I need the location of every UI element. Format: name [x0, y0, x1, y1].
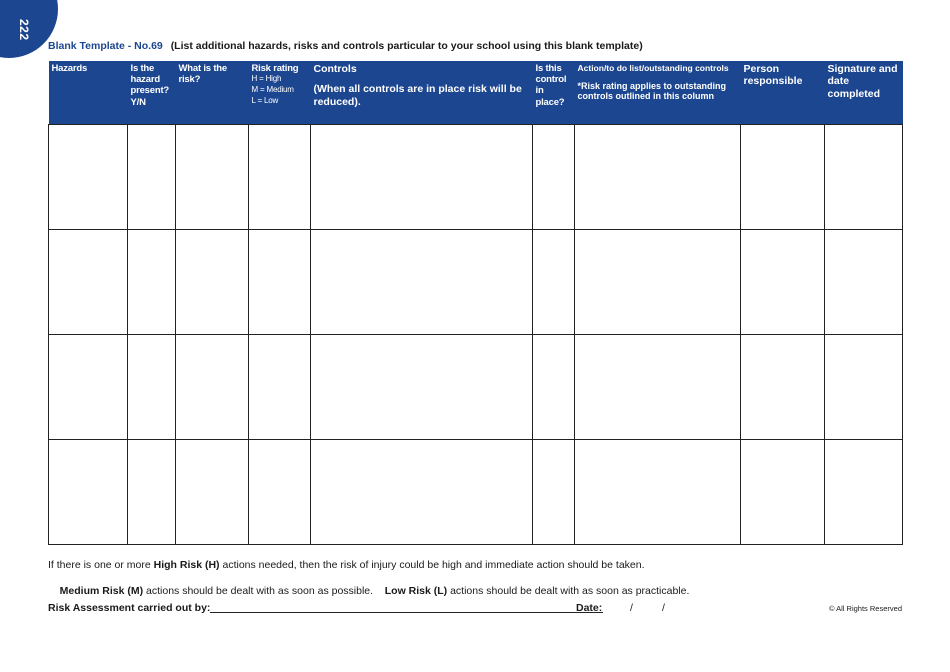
cell-rating[interactable]: [248, 334, 311, 440]
cell-present[interactable]: [127, 334, 176, 440]
cell-present[interactable]: [127, 439, 176, 545]
table-row: [48, 439, 903, 545]
cell-present[interactable]: [127, 124, 176, 230]
cell-hazard[interactable]: [48, 334, 128, 440]
date-separator: /: [630, 602, 633, 614]
cell-person[interactable]: [740, 334, 825, 440]
carried-out-by-field[interactable]: [210, 612, 603, 613]
template-description: (List additional hazards, risks and cont…: [170, 40, 643, 52]
cell-person[interactable]: [740, 229, 825, 335]
cell-in-place[interactable]: [532, 334, 575, 440]
page-number: 222: [17, 19, 31, 41]
cell-rating[interactable]: [248, 439, 311, 545]
cell-signature[interactable]: [824, 439, 903, 545]
cell-rating[interactable]: [248, 124, 311, 230]
col-header-controls: Controls (When all controls are in place…: [310, 61, 533, 125]
date-separator: /: [662, 602, 665, 614]
col-header-risk: What is the risk?: [175, 61, 249, 125]
cell-hazard[interactable]: [48, 229, 128, 335]
cell-controls[interactable]: [310, 439, 533, 545]
cell-action[interactable]: [574, 439, 741, 545]
rating-medium: M = Medium: [251, 85, 294, 94]
page-title: Blank Template - No.69 (List additional …: [48, 40, 643, 52]
risk-assessment-table: Hazards Is the hazard present? Y/N What …: [48, 61, 903, 545]
risk-note-high: If there is one or more High Risk (H) ac…: [48, 559, 645, 571]
rating-high: H = High: [251, 74, 282, 84]
col-header-present: Is the hazard present? Y/N: [127, 61, 176, 125]
table-row: [48, 229, 903, 335]
col-header-rating: Risk rating H = High M = Medium L = Low: [248, 61, 311, 125]
cell-controls[interactable]: [310, 124, 533, 230]
cell-action[interactable]: [574, 124, 741, 230]
cell-hazard[interactable]: [48, 124, 128, 230]
cell-in-place[interactable]: [532, 229, 575, 335]
cell-controls[interactable]: [310, 229, 533, 335]
cell-action[interactable]: [574, 334, 741, 440]
cell-risk[interactable]: [175, 229, 249, 335]
copyright-notice: © All Rights Reserved: [828, 604, 902, 613]
col-header-action: Action/to do list/outstanding controls *…: [574, 61, 741, 125]
cell-hazard[interactable]: [48, 439, 128, 545]
cell-action[interactable]: [574, 229, 741, 335]
cell-in-place[interactable]: [532, 439, 575, 545]
cell-risk[interactable]: [175, 334, 249, 440]
col-header-signature: Signature and date completed: [824, 61, 903, 125]
col-header-in-place: Is this control in place?: [532, 61, 575, 125]
col-header-hazards: Hazards: [48, 61, 128, 125]
table-row: [48, 334, 903, 440]
date-label: Date:: [576, 602, 603, 614]
cell-person[interactable]: [740, 124, 825, 230]
cell-present[interactable]: [127, 229, 176, 335]
cell-signature[interactable]: [824, 229, 903, 335]
rating-low: L = Low: [251, 95, 279, 105]
controls-note: (When all controls are in place risk wil…: [313, 83, 522, 108]
template-name: Blank Template - No.69: [48, 40, 163, 52]
signature-row: Risk Assessment carried out by: Date: / …: [48, 602, 902, 616]
cell-in-place[interactable]: [532, 124, 575, 230]
cell-person[interactable]: [740, 439, 825, 545]
cell-rating[interactable]: [248, 229, 311, 335]
table-row: [48, 124, 903, 230]
cell-risk[interactable]: [175, 124, 249, 230]
col-header-person: Person responsible: [740, 61, 825, 125]
cell-signature[interactable]: [824, 334, 903, 440]
header-row: Hazards Is the hazard present? Y/N What …: [48, 61, 903, 125]
cell-controls[interactable]: [310, 334, 533, 440]
cell-risk[interactable]: [175, 439, 249, 545]
action-note: *Risk rating applies to outstanding cont…: [577, 80, 727, 102]
cell-signature[interactable]: [824, 124, 903, 230]
carried-out-by-label: Risk Assessment carried out by:: [48, 602, 211, 614]
